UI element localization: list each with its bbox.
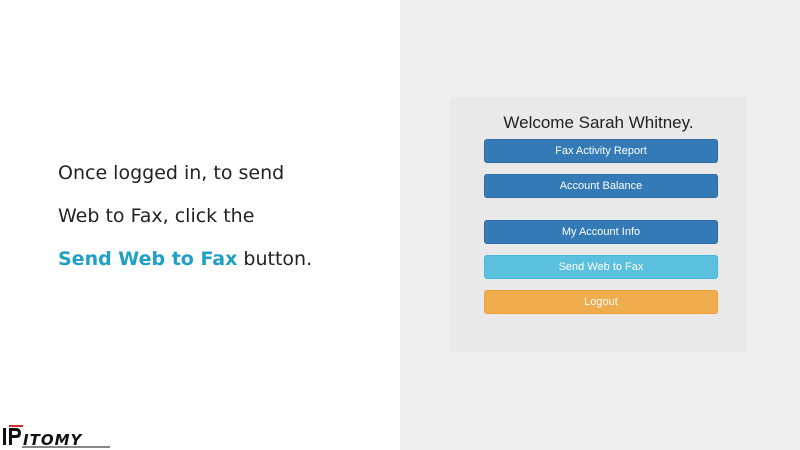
instruction-text: Once logged in, to send Web to Fax, clic… (58, 152, 388, 281)
fax-activity-report-button[interactable]: Fax Activity Report (484, 139, 718, 163)
account-menu-card: Welcome Sarah Whitney. Fax Activity Repo… (450, 97, 747, 352)
instruction-line-3-rest: button. (237, 248, 313, 270)
instruction-line-1: Once logged in, to send (58, 162, 285, 184)
svg-text:ITOMY: ITOMY (23, 431, 83, 448)
instruction-panel: Once logged in, to send Web to Fax, clic… (0, 0, 400, 450)
highlighted-button-name: Send Web to Fax (58, 248, 238, 270)
my-account-info-button[interactable]: My Account Info (484, 220, 718, 244)
logout-button[interactable]: Logout (484, 290, 718, 314)
instruction-line-2: Web to Fax, click the (58, 205, 255, 227)
send-web-to-fax-button[interactable]: Send Web to Fax (484, 255, 718, 279)
instruction-line-3: Send Web to Fax button. (58, 238, 388, 281)
account-balance-button[interactable]: Account Balance (484, 174, 718, 198)
ipitomy-logo: ITOMY (3, 425, 110, 448)
welcome-heading: Welcome Sarah Whitney. (503, 113, 694, 132)
